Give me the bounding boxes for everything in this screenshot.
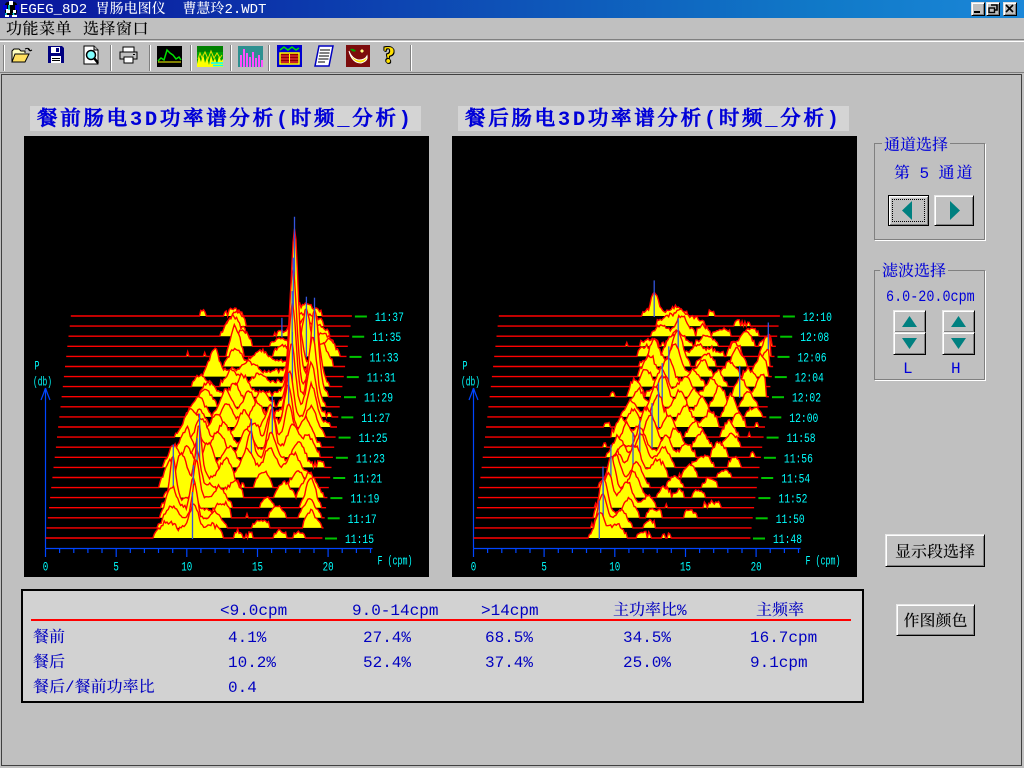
- svg-text:P: P: [35, 360, 40, 374]
- svg-text:11:23: 11:23: [356, 451, 385, 466]
- svg-text:(db): (db): [33, 376, 52, 390]
- svg-text:12:08: 12:08: [800, 330, 829, 345]
- svg-text:11:58: 11:58: [787, 431, 816, 446]
- svg-text:11:48: 11:48: [773, 532, 802, 547]
- svg-text:11:17: 11:17: [348, 512, 377, 527]
- svg-text:10: 10: [181, 560, 192, 575]
- svg-text:11:37: 11:37: [375, 310, 404, 325]
- svg-text:11:31: 11:31: [367, 371, 396, 386]
- svg-text:11:52: 11:52: [778, 492, 807, 507]
- svg-text:11:27: 11:27: [361, 411, 390, 426]
- svg-text:11:15: 11:15: [345, 532, 374, 547]
- svg-text:5: 5: [541, 560, 547, 575]
- svg-text:11:35: 11:35: [372, 330, 401, 345]
- svg-text:(db): (db): [461, 376, 480, 390]
- svg-text:15: 15: [680, 560, 691, 575]
- svg-text:11:29: 11:29: [364, 391, 393, 406]
- svg-text:20: 20: [751, 560, 762, 575]
- svg-text:12:06: 12:06: [798, 350, 827, 365]
- svg-text:11:54: 11:54: [781, 472, 810, 487]
- svg-text:12:04: 12:04: [795, 371, 824, 386]
- svg-text:F (cpm): F (cpm): [378, 554, 413, 569]
- svg-text:12:02: 12:02: [792, 391, 821, 406]
- svg-text:P: P: [463, 360, 468, 374]
- svg-text:10: 10: [609, 560, 620, 575]
- svg-text:11:56: 11:56: [784, 451, 813, 466]
- svg-text:11:21: 11:21: [353, 472, 382, 487]
- svg-text:F (cpm): F (cpm): [806, 554, 841, 569]
- svg-text:12:00: 12:00: [789, 411, 818, 426]
- svg-text:15: 15: [252, 560, 263, 575]
- svg-text:0: 0: [471, 560, 477, 575]
- svg-text:11:25: 11:25: [359, 431, 388, 446]
- svg-text:20: 20: [323, 560, 334, 575]
- svg-text:11:33: 11:33: [370, 350, 399, 365]
- svg-text:12:10: 12:10: [803, 310, 832, 325]
- svg-text:5: 5: [113, 560, 119, 575]
- svg-text:11:50: 11:50: [776, 512, 805, 527]
- svg-text:11:19: 11:19: [350, 492, 379, 507]
- svg-text:0: 0: [43, 560, 49, 575]
